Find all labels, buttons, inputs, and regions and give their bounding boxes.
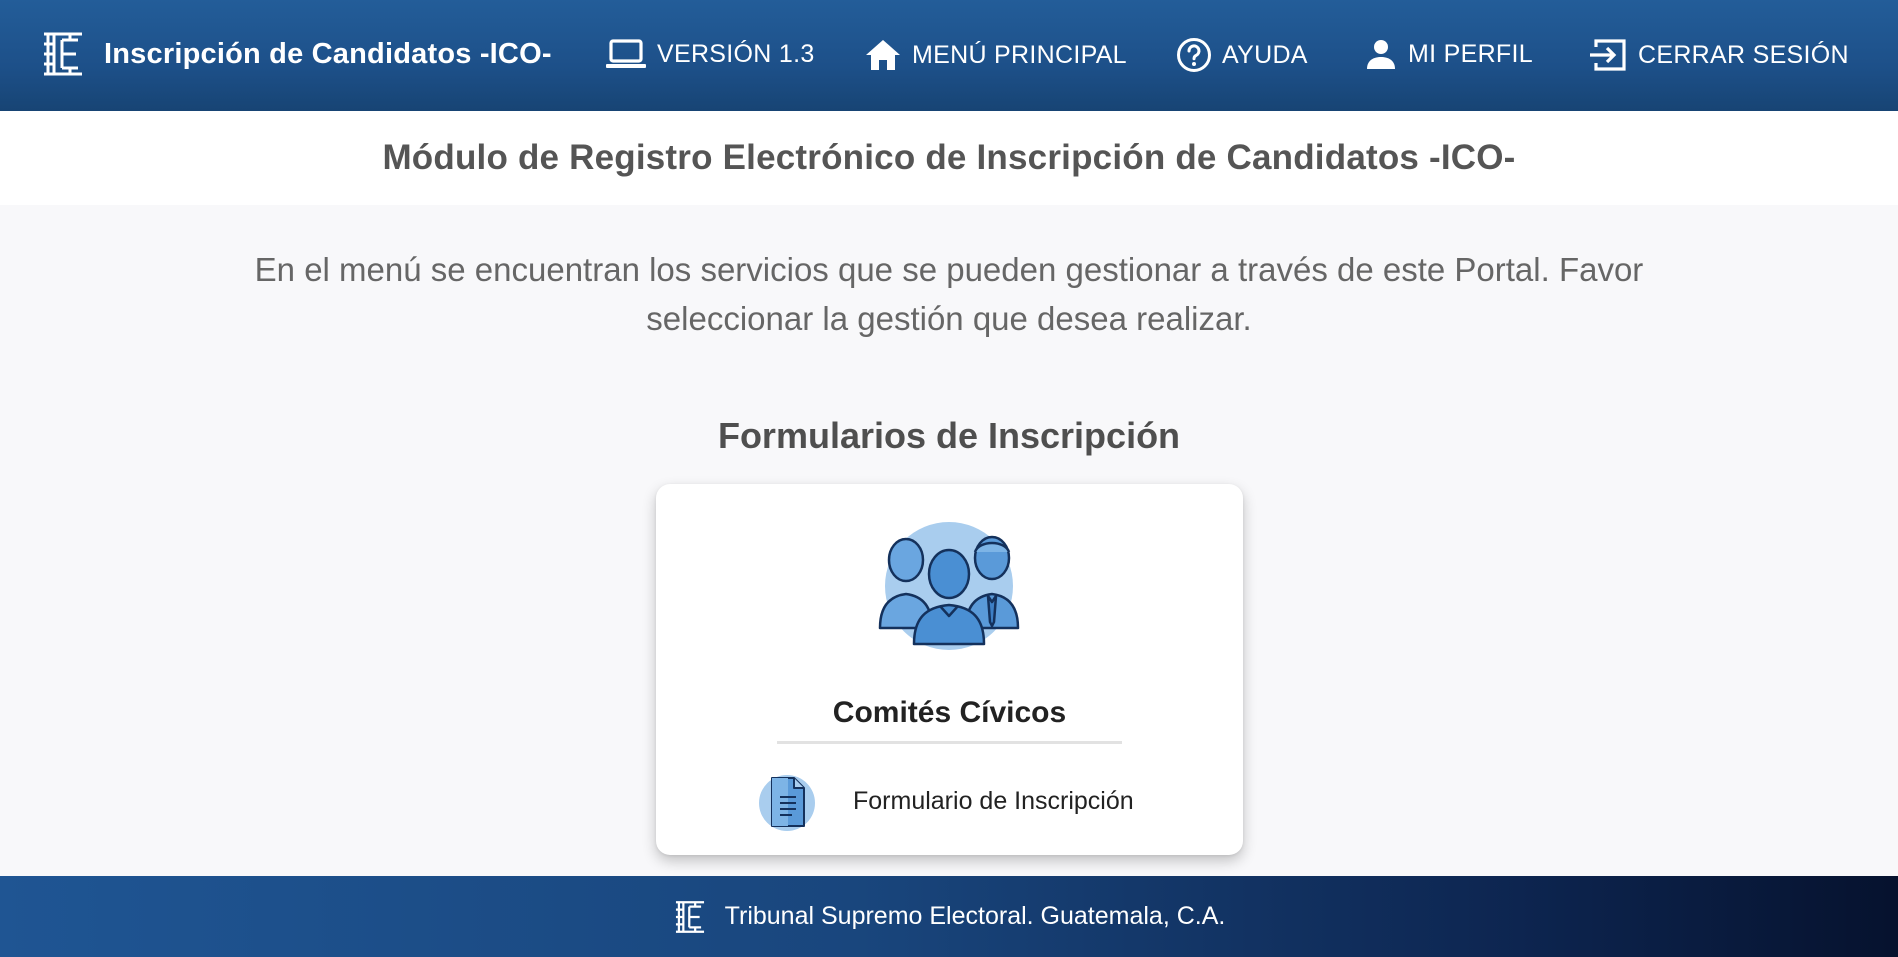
footer: Tribunal Supremo Electoral. Guatemala, C… <box>0 876 1898 957</box>
nav-label-main-menu: MENÚ PRINCIPAL <box>912 40 1127 69</box>
section-title: Formularios de Inscripción <box>717 415 1181 456</box>
nav-label-help: AYUDA <box>1222 40 1308 69</box>
nav-label-profile: MI PERFIL <box>1408 39 1533 68</box>
intro-text: En el menú se encuentran los servicios q… <box>254 251 1644 337</box>
person-icon <box>1367 40 1395 69</box>
nav-label-version: VERSIÓN 1.3 <box>657 39 815 68</box>
tse-logo-icon <box>675 900 704 933</box>
top-navigation-bar: Inscripción de Candidatos -ICO- VERSIÓN … <box>0 0 1898 111</box>
nav-logout[interactable]: CERRAR SESIÓN <box>1588 37 1849 73</box>
registration-form-link[interactable]: Formulario de Inscripción <box>758 770 1134 832</box>
nav-help[interactable]: AYUDA <box>1176 37 1308 73</box>
card-title: Comités Cívicos <box>832 696 1067 729</box>
logout-icon <box>1590 39 1626 71</box>
document-icon <box>759 775 815 831</box>
divider <box>777 741 1122 744</box>
app-title: Inscripción de Candidatos -ICO- <box>104 37 552 70</box>
home-icon <box>866 40 900 70</box>
page-title: Módulo de Registro Electrónico de Inscri… <box>382 138 1516 177</box>
tse-logo-icon <box>44 32 82 76</box>
civic-committees-card: Comités Cívicos Formulario de Inscripció… <box>656 484 1243 855</box>
brand[interactable]: Inscripción de Candidatos -ICO- <box>40 30 552 78</box>
footer-text: Tribunal Supremo Electoral. Guatemala, C… <box>724 902 1226 930</box>
nav-label-logout: CERRAR SESIÓN <box>1638 40 1849 69</box>
page-title-bar: Módulo de Registro Electrónico de Inscri… <box>0 111 1898 205</box>
group-people-icon <box>878 522 1020 650</box>
nav-version[interactable]: VERSIÓN 1.3 <box>605 37 815 71</box>
laptop-icon <box>606 39 646 68</box>
help-circle-icon <box>1177 38 1211 72</box>
nav-main-menu[interactable]: MENÚ PRINCIPAL <box>864 37 1127 73</box>
nav-profile[interactable]: MI PERFIL <box>1364 37 1533 71</box>
form-link-label: Formulario de Inscripción <box>853 786 1134 815</box>
